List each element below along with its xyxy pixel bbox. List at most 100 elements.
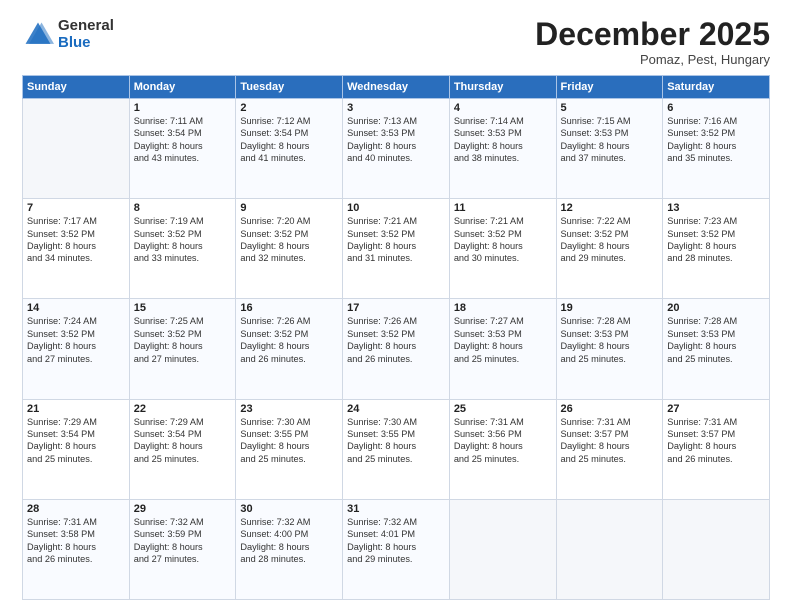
day-number: 29 — [134, 503, 232, 515]
day-info: Sunrise: 7:27 AMSunset: 3:53 PMDaylight:… — [454, 315, 552, 365]
calendar-cell — [23, 99, 130, 199]
day-number: 3 — [347, 102, 445, 114]
day-info: Sunrise: 7:31 AMSunset: 3:58 PMDaylight:… — [27, 516, 125, 566]
day-number: 19 — [561, 302, 659, 314]
day-number: 10 — [347, 202, 445, 214]
day-number: 7 — [27, 202, 125, 214]
calendar-cell: 12Sunrise: 7:22 AMSunset: 3:52 PMDayligh… — [556, 199, 663, 299]
day-number: 1 — [134, 102, 232, 114]
day-info: Sunrise: 7:26 AMSunset: 3:52 PMDaylight:… — [240, 315, 338, 365]
day-number: 23 — [240, 403, 338, 415]
header: General Blue December 2025 Pomaz, Pest, … — [22, 18, 770, 67]
location: Pomaz, Pest, Hungary — [535, 52, 770, 67]
day-number: 28 — [27, 503, 125, 515]
day-number: 14 — [27, 302, 125, 314]
day-number: 22 — [134, 403, 232, 415]
day-number: 11 — [454, 202, 552, 214]
calendar-cell: 20Sunrise: 7:28 AMSunset: 3:53 PMDayligh… — [663, 299, 770, 399]
day-number: 21 — [27, 403, 125, 415]
day-number: 26 — [561, 403, 659, 415]
day-of-week-friday: Friday — [556, 76, 663, 99]
day-number: 24 — [347, 403, 445, 415]
calendar-cell: 5Sunrise: 7:15 AMSunset: 3:53 PMDaylight… — [556, 99, 663, 199]
day-info: Sunrise: 7:15 AMSunset: 3:53 PMDaylight:… — [561, 115, 659, 165]
calendar-cell: 8Sunrise: 7:19 AMSunset: 3:52 PMDaylight… — [129, 199, 236, 299]
calendar-week-2: 7Sunrise: 7:17 AMSunset: 3:52 PMDaylight… — [23, 199, 770, 299]
calendar-cell: 23Sunrise: 7:30 AMSunset: 3:55 PMDayligh… — [236, 399, 343, 499]
calendar-cell: 21Sunrise: 7:29 AMSunset: 3:54 PMDayligh… — [23, 399, 130, 499]
days-of-week-row: SundayMondayTuesdayWednesdayThursdayFrid… — [23, 76, 770, 99]
day-number: 12 — [561, 202, 659, 214]
calendar-cell: 15Sunrise: 7:25 AMSunset: 3:52 PMDayligh… — [129, 299, 236, 399]
day-info: Sunrise: 7:32 AMSunset: 4:01 PMDaylight:… — [347, 516, 445, 566]
calendar-cell: 22Sunrise: 7:29 AMSunset: 3:54 PMDayligh… — [129, 399, 236, 499]
day-of-week-wednesday: Wednesday — [343, 76, 450, 99]
day-number: 31 — [347, 503, 445, 515]
logo: General Blue — [22, 18, 114, 51]
calendar-table: SundayMondayTuesdayWednesdayThursdayFrid… — [22, 75, 770, 600]
calendar-week-1: 1Sunrise: 7:11 AMSunset: 3:54 PMDaylight… — [23, 99, 770, 199]
calendar-cell: 7Sunrise: 7:17 AMSunset: 3:52 PMDaylight… — [23, 199, 130, 299]
day-number: 13 — [667, 202, 765, 214]
calendar-cell: 17Sunrise: 7:26 AMSunset: 3:52 PMDayligh… — [343, 299, 450, 399]
logo-icon — [22, 19, 54, 51]
day-info: Sunrise: 7:19 AMSunset: 3:52 PMDaylight:… — [134, 215, 232, 265]
calendar-week-3: 14Sunrise: 7:24 AMSunset: 3:52 PMDayligh… — [23, 299, 770, 399]
month-title: December 2025 — [535, 18, 770, 50]
day-info: Sunrise: 7:29 AMSunset: 3:54 PMDaylight:… — [134, 416, 232, 466]
day-of-week-tuesday: Tuesday — [236, 76, 343, 99]
calendar-cell — [663, 499, 770, 599]
calendar-week-4: 21 Sunrise: 7:29 AMSunset: 3:54 PMDayligh… — [23, 399, 770, 499]
day-info: Sunrise: 7:23 AMSunset: 3:52 PMDaylight:… — [667, 215, 765, 265]
day-number: 20 — [667, 302, 765, 314]
calendar-cell — [556, 499, 663, 599]
day-info: Sunrise: 7:22 AMSunset: 3:52 PMDaylight:… — [561, 215, 659, 265]
day-number: 27 — [667, 403, 765, 415]
day-info: Sunrise: 7:31 AMSunset: 3:57 PMDaylight:… — [667, 416, 765, 466]
day-info: Sunrise: 7:24 AMSunset: 3:52 PMDaylight:… — [27, 315, 125, 365]
calendar-cell: 24Sunrise: 7:30 AMSunset: 3:55 PMDayligh… — [343, 399, 450, 499]
day-info: Sunrise: 7:21 AMSunset: 3:52 PMDaylight:… — [454, 215, 552, 265]
day-info: Sunrise: 7:16 AMSunset: 3:52 PMDaylight:… — [667, 115, 765, 165]
day-number: 18 — [454, 302, 552, 314]
calendar-header: SundayMondayTuesdayWednesdayThursdayFrid… — [23, 76, 770, 99]
calendar-cell: 16Sunrise: 7:26 AMSunset: 3:52 PMDayligh… — [236, 299, 343, 399]
calendar-cell — [449, 499, 556, 599]
day-info: Sunrise: 7:14 AMSunset: 3:53 PMDaylight:… — [454, 115, 552, 165]
day-of-week-monday: Monday — [129, 76, 236, 99]
calendar-cell: 14Sunrise: 7:24 AMSunset: 3:52 PMDayligh… — [23, 299, 130, 399]
logo-text: General Blue — [58, 18, 114, 51]
title-block: December 2025 Pomaz, Pest, Hungary — [535, 18, 770, 67]
day-info: Sunrise: 7:21 AMSunset: 3:52 PMDaylight:… — [347, 215, 445, 265]
day-number: 25 — [454, 403, 552, 415]
day-number: 5 — [561, 102, 659, 114]
calendar-cell: 19Sunrise: 7:28 AMSunset: 3:53 PMDayligh… — [556, 299, 663, 399]
day-info: Sunrise: 7:25 AMSunset: 3:52 PMDaylight:… — [134, 315, 232, 365]
day-info: Sunrise: 7:32 AMSunset: 4:00 PMDaylight:… — [240, 516, 338, 566]
day-number: 8 — [134, 202, 232, 214]
day-of-week-sunday: Sunday — [23, 76, 130, 99]
calendar-week-5: 28Sunrise: 7:31 AMSunset: 3:58 PMDayligh… — [23, 499, 770, 599]
day-info: Sunrise: 7:20 AMSunset: 3:52 PMDaylight:… — [240, 215, 338, 265]
day-info: Sunrise: 7:31 AMSunset: 3:57 PMDaylight:… — [561, 416, 659, 466]
day-info: Sunrise: 7:26 AMSunset: 3:52 PMDaylight:… — [347, 315, 445, 365]
calendar-cell: 18Sunrise: 7:27 AMSunset: 3:53 PMDayligh… — [449, 299, 556, 399]
calendar-body: 1Sunrise: 7:11 AMSunset: 3:54 PMDaylight… — [23, 99, 770, 600]
day-of-week-saturday: Saturday — [663, 76, 770, 99]
day-number: 30 — [240, 503, 338, 515]
day-number: 17 — [347, 302, 445, 314]
day-number: 6 — [667, 102, 765, 114]
calendar-cell: 30Sunrise: 7:32 AMSunset: 4:00 PMDayligh… — [236, 499, 343, 599]
calendar-cell: 11Sunrise: 7:21 AMSunset: 3:52 PMDayligh… — [449, 199, 556, 299]
day-number: 16 — [240, 302, 338, 314]
calendar-cell: 26Sunrise: 7:31 AMSunset: 3:57 PMDayligh… — [556, 399, 663, 499]
day-info: Sunrise: 7:12 AMSunset: 3:54 PMDaylight:… — [240, 115, 338, 165]
day-number: 9 — [240, 202, 338, 214]
calendar-cell: 9Sunrise: 7:20 AMSunset: 3:52 PMDaylight… — [236, 199, 343, 299]
calendar-cell: 29Sunrise: 7:32 AMSunset: 3:59 PMDayligh… — [129, 499, 236, 599]
calendar-cell: 13Sunrise: 7:23 AMSunset: 3:52 PMDayligh… — [663, 199, 770, 299]
logo-general: General — [58, 18, 114, 35]
day-info: Sunrise: 7:13 AMSunset: 3:53 PMDaylight:… — [347, 115, 445, 165]
day-info: Sunrise: 7:31 AMSunset: 3:56 PMDaylight:… — [454, 416, 552, 466]
calendar-cell: 2Sunrise: 7:12 AMSunset: 3:54 PMDaylight… — [236, 99, 343, 199]
